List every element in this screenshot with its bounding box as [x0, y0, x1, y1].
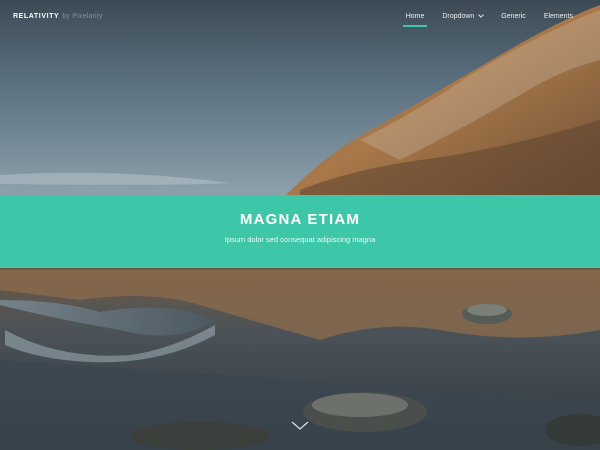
- nav-item-dropdown[interactable]: Dropdown: [433, 11, 492, 20]
- nav-item-elements[interactable]: Elements: [535, 13, 582, 20]
- banner-title: MAGNA ETIAM: [239, 211, 361, 228]
- nav-item-generic[interactable]: Generic: [492, 13, 535, 20]
- logo-byline: by Pixelarity: [62, 13, 103, 20]
- hero-banner: MAGNA ETIAM Ipsum dolor sed consequat ad…: [0, 195, 600, 268]
- site-logo[interactable]: RELATIVITY by Pixelarity: [13, 13, 103, 20]
- nav-item-label: Elements: [543, 13, 573, 20]
- nav-item-home[interactable]: Home: [397, 13, 434, 27]
- banner-subtitle: Ipsum dolor sed consequat adipiscing mag…: [224, 235, 376, 244]
- header: RELATIVITY by Pixelarity Home Dropdown Ge…: [0, 0, 600, 36]
- chevron-down-icon[interactable]: [290, 420, 310, 432]
- logo-text: RELATIVITY: [13, 13, 60, 20]
- main-nav: Home Dropdown Generic Elements: [397, 11, 582, 27]
- caret-down-icon: [478, 11, 485, 18]
- nav-item-label: Dropdown: [442, 13, 475, 20]
- nav-item-label: Home: [405, 13, 425, 20]
- nav-item-label: Generic: [501, 13, 526, 20]
